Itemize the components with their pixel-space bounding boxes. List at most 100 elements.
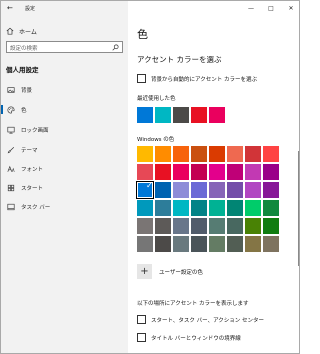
windows-color-swatch[interactable] — [245, 236, 261, 252]
windows-color-swatch[interactable] — [263, 200, 279, 216]
windows-color-swatch[interactable] — [245, 218, 261, 234]
search-icon[interactable] — [112, 44, 119, 51]
sidebar-item-label: 背景 — [21, 87, 33, 94]
sidebar: ← 設定 ホーム 設定の検索 個人用設定 背景 色 ロック画面 テーマ フォント… — [1, 1, 128, 353]
sidebar-item-theme[interactable]: テーマ — [1, 143, 128, 156]
show-accent-heading: 以下の場所にアクセント カラーを表示します — [137, 301, 249, 307]
windows-color-swatch[interactable] — [191, 200, 207, 216]
show-title-bar-checkbox[interactable] — [137, 333, 146, 342]
windows-color-swatch[interactable] — [173, 182, 189, 198]
windows-colors-heading: Windows の色 — [137, 137, 175, 143]
windows-color-swatch[interactable] — [245, 200, 261, 216]
windows-color-swatch[interactable] — [173, 218, 189, 234]
sidebar-item-label: ロック画面 — [21, 127, 49, 134]
brush-icon — [7, 146, 15, 153]
recent-color-swatch[interactable] — [137, 107, 153, 123]
show-start-taskbar-checkbox[interactable] — [137, 315, 146, 324]
start-icon — [7, 184, 15, 191]
windows-color-swatch[interactable] — [137, 218, 153, 234]
sidebar-item-label: スタート — [21, 185, 44, 192]
page-title: 色 — [137, 28, 148, 41]
windows-color-swatch[interactable] — [227, 164, 243, 180]
maximize-icon[interactable]: □ — [261, 1, 281, 15]
windows-color-swatch[interactable] — [155, 236, 171, 252]
windows-color-swatch[interactable] — [191, 146, 207, 162]
windows-color-swatch[interactable] — [137, 146, 153, 162]
windows-color-swatch[interactable] — [191, 236, 207, 252]
window-controls: — □ ✕ — [241, 1, 299, 15]
recent-colors-heading: 最近使用した色 — [137, 96, 176, 102]
windows-color-swatch[interactable] — [245, 182, 261, 198]
windows-color-swatch[interactable] — [245, 146, 261, 162]
recent-color-swatch[interactable] — [173, 107, 189, 123]
windows-color-swatch[interactable] — [155, 200, 171, 216]
windows-color-swatch[interactable] — [263, 218, 279, 234]
sidebar-item-color[interactable]: 色 — [1, 103, 128, 116]
back-arrow-icon[interactable]: ← — [7, 4, 13, 12]
taskbar-icon — [7, 203, 15, 210]
auto-accent-label: 背景から自動的にアクセント カラーを選ぶ — [151, 77, 257, 83]
windows-color-swatch[interactable] — [227, 218, 243, 234]
windows-color-swatch[interactable] — [227, 146, 243, 162]
sidebar-item-background[interactable]: 背景 — [1, 83, 128, 96]
windows-color-swatch[interactable] — [155, 182, 171, 198]
sidebar-item-taskbar[interactable]: タスク バー — [1, 200, 128, 213]
sidebar-item-label: 色 — [21, 107, 27, 114]
windows-color-swatch[interactable] — [191, 182, 207, 198]
windows-color-swatch[interactable] — [227, 182, 243, 198]
search-input[interactable]: 設定の検索 — [6, 41, 123, 53]
auto-accent-checkbox[interactable] — [137, 74, 146, 83]
windows-color-swatch[interactable] — [245, 164, 261, 180]
windows-color-swatch[interactable] — [227, 200, 243, 216]
sidebar-item-label: タスク バー — [21, 204, 51, 211]
windows-color-swatch[interactable] — [173, 146, 189, 162]
home-icon — [6, 27, 14, 35]
windows-color-swatch[interactable] — [209, 164, 225, 180]
settings-window: ← 設定 ホーム 設定の検索 個人用設定 背景 色 ロック画面 テーマ フォント… — [0, 0, 300, 354]
windows-color-swatch[interactable] — [155, 146, 171, 162]
windows-color-swatch[interactable] — [263, 146, 279, 162]
sidebar-item-start[interactable]: スタート — [1, 181, 128, 194]
windows-color-swatch[interactable] — [209, 200, 225, 216]
sidebar-item-label: フォント — [21, 166, 44, 173]
recent-color-swatch[interactable] — [209, 107, 225, 123]
windows-color-swatch[interactable] — [191, 164, 207, 180]
accent-heading: アクセント カラーを選ぶ — [137, 55, 222, 64]
checkmark-icon: ✓ — [146, 181, 153, 190]
windows-color-swatch[interactable] — [209, 236, 225, 252]
sidebar-item-home[interactable]: ホーム — [6, 25, 37, 37]
windows-color-swatch[interactable] — [263, 236, 279, 252]
scrollbar[interactable] — [298, 151, 299, 266]
recent-color-swatch[interactable] — [191, 107, 207, 123]
minimize-icon[interactable]: — — [241, 1, 261, 15]
home-label: ホーム — [19, 28, 37, 36]
windows-color-swatch[interactable] — [155, 164, 171, 180]
recent-color-swatch[interactable] — [155, 107, 171, 123]
picture-icon — [7, 86, 15, 93]
windows-color-swatch[interactable] — [209, 182, 225, 198]
sidebar-item-lock-screen[interactable]: ロック画面 — [1, 123, 128, 136]
windows-color-swatch[interactable] — [137, 200, 153, 216]
windows-color-swatch[interactable] — [227, 236, 243, 252]
search-placeholder: 設定の検索 — [10, 46, 38, 52]
windows-color-swatch[interactable] — [173, 236, 189, 252]
add-custom-color-button[interactable]: + — [137, 264, 152, 279]
windows-color-swatch[interactable] — [173, 200, 189, 216]
windows-color-swatch[interactable] — [137, 236, 153, 252]
windows-color-swatch[interactable] — [209, 146, 225, 162]
windows-color-swatch[interactable] — [263, 182, 279, 198]
app-title: 設定 — [25, 6, 36, 12]
show-title-bar-label: タイトル バーとウィンドウの境界線 — [151, 336, 241, 342]
windows-color-swatch[interactable] — [155, 218, 171, 234]
close-icon[interactable]: ✕ — [281, 1, 299, 15]
windows-color-swatch[interactable] — [191, 218, 207, 234]
lock-screen-icon — [7, 126, 15, 134]
sidebar-item-font[interactable]: フォント — [1, 162, 128, 175]
custom-color-label[interactable]: ユーザー設定の色 — [159, 268, 203, 276]
show-start-taskbar-label: スタート、タスク バー、アクション センター — [151, 318, 265, 324]
main-pane: — □ ✕ 色 アクセント カラーを選ぶ 背景から自動的にアクセント カラーを選… — [128, 1, 299, 353]
windows-color-swatch[interactable] — [137, 164, 153, 180]
windows-color-swatch[interactable] — [263, 164, 279, 180]
windows-color-swatch[interactable] — [209, 218, 225, 234]
windows-color-swatch[interactable] — [173, 164, 189, 180]
